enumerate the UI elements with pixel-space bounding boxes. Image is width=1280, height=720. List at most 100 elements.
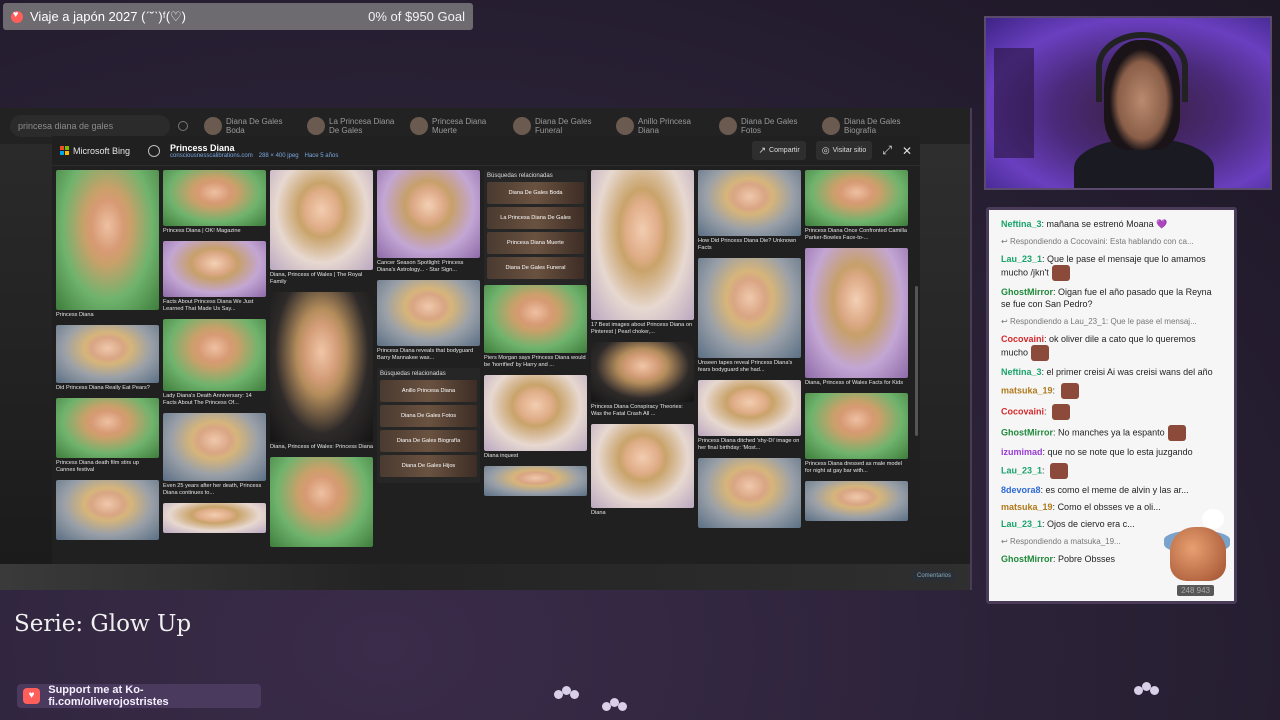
related-search-item[interactable]: Diana De Gales Funeral (487, 257, 584, 279)
image-result[interactable]: Princess Diana Conspiracy Theories: Was … (591, 342, 694, 418)
related-search-item[interactable]: Diana De Gales Boda (487, 182, 584, 204)
image-caption[interactable]: Diana, Princess of Wales Facts for Kids (805, 380, 908, 387)
image-thumbnail[interactable] (805, 481, 908, 521)
image-result[interactable]: Diana, Princess of Wales: Princess Diana (270, 292, 373, 451)
related-search-chip[interactable]: Diana De Gales Boda (204, 117, 299, 135)
image-result[interactable]: Diana inquest (484, 375, 587, 460)
visit-site-button[interactable]: ◎ Visitar sitio (815, 141, 873, 160)
related-search-chip[interactable]: Diana De Gales Biografía (822, 117, 917, 135)
search-icon[interactable] (178, 121, 188, 131)
image-caption[interactable]: Princess Diana (56, 312, 159, 319)
image-result[interactable]: Facts About Princess Diana We Just Learn… (163, 241, 266, 313)
chat-username[interactable]: 8devora8 (1001, 485, 1041, 495)
image-caption[interactable]: Piers Morgan says Princess Diana would b… (484, 355, 587, 369)
close-icon[interactable]: ✕ (902, 144, 912, 158)
chat-username[interactable]: GhostMirror (1001, 287, 1053, 297)
image-result[interactable] (805, 481, 908, 521)
image-thumbnail[interactable] (56, 480, 159, 540)
image-thumbnail[interactable] (698, 170, 801, 236)
chat-username[interactable]: Neftina_3 (1001, 367, 1042, 377)
chat-username[interactable]: Lau_23_1 (1001, 465, 1042, 475)
image-result[interactable]: Princess Diana Once Confronted Camilla P… (805, 170, 908, 242)
image-caption[interactable]: Diana inquest (484, 453, 587, 460)
image-caption[interactable]: Unseen tapes reveal Princess Diana's fea… (698, 360, 801, 374)
related-search-item[interactable]: Diana De Gales Hijos (380, 455, 477, 477)
related-search-chip[interactable]: Anillo Princesa Diana (616, 117, 711, 135)
image-thumbnail[interactable] (163, 241, 266, 297)
image-thumbnail[interactable] (270, 457, 373, 547)
image-result[interactable]: Princess Diana death film stirs up Canne… (56, 398, 159, 474)
image-result[interactable]: Unseen tapes reveal Princess Diana's fea… (698, 258, 801, 374)
image-thumbnail[interactable] (591, 342, 694, 402)
image-caption[interactable]: Even 25 years after her death, Princess … (163, 483, 266, 497)
image-caption[interactable]: Princess Diana ditched 'shy-Di' image on… (698, 438, 801, 452)
image-result[interactable]: 17 Best images about Princess Diana on P… (591, 170, 694, 336)
image-result[interactable] (270, 457, 373, 547)
chat-username[interactable]: matsuka_19 (1001, 502, 1053, 512)
image-result[interactable]: Did Princess Diana Really Eat Pears? (56, 325, 159, 392)
chat-username[interactable]: matsuka_19 (1001, 385, 1053, 395)
image-thumbnail[interactable] (805, 393, 908, 459)
image-result[interactable]: How Did Princess Diana Die? Unknown Fact… (698, 170, 801, 252)
chat-username[interactable]: izumimad (1001, 447, 1043, 457)
related-search-item[interactable]: Anillo Princesa Diana (380, 380, 477, 402)
image-thumbnail[interactable] (698, 458, 801, 528)
image-caption[interactable]: Diana (591, 510, 694, 517)
search-input[interactable]: princesa diana de gales (10, 115, 170, 137)
chat-username[interactable]: Lau_23_1 (1001, 254, 1042, 264)
image-caption[interactable]: Princess Diana Once Confronted Camilla P… (805, 228, 908, 242)
image-thumbnail[interactable] (163, 503, 266, 533)
image-thumbnail[interactable] (377, 170, 480, 258)
image-result[interactable] (484, 466, 587, 496)
image-caption[interactable]: Lady Diana's Death Anniversary: 14 Facts… (163, 393, 266, 407)
image-thumbnail[interactable] (163, 413, 266, 481)
image-result[interactable]: Lady Diana's Death Anniversary: 14 Facts… (163, 319, 266, 407)
image-caption[interactable]: 17 Best images about Princess Diana on P… (591, 322, 694, 336)
chat-username[interactable]: Lau_23_1 (1001, 519, 1042, 529)
image-thumbnail[interactable] (698, 258, 801, 358)
image-thumbnail[interactable] (805, 170, 908, 226)
image-caption[interactable]: Cancer Season Spotlight: Princess Diana'… (377, 260, 480, 274)
image-title[interactable]: Princess Diana (170, 143, 338, 153)
image-caption[interactable]: Did Princess Diana Really Eat Pears? (56, 385, 159, 392)
image-thumbnail[interactable] (56, 325, 159, 383)
image-result[interactable]: Princess Diana dressed as male model for… (805, 393, 908, 475)
image-thumbnail[interactable] (270, 170, 373, 270)
image-result[interactable] (163, 503, 266, 533)
image-result[interactable]: Princess Diana ditched 'shy-Di' image on… (698, 380, 801, 452)
share-button[interactable]: ↗ Compartir (752, 141, 806, 160)
image-caption[interactable]: Princess Diana reveals that bodyguard Ba… (377, 348, 480, 362)
chat-username[interactable]: Cocovaini (1001, 406, 1044, 416)
source-link[interactable]: consciousnesscalibrations.com (170, 153, 253, 159)
image-caption[interactable]: Princess Diana dressed as male model for… (805, 461, 908, 475)
image-thumbnail[interactable] (377, 280, 480, 346)
related-search-item[interactable]: La Princesa Diana De Gales (487, 207, 584, 229)
image-result[interactable]: Princess Diana reveals that bodyguard Ba… (377, 280, 480, 362)
image-result[interactable]: Even 25 years after her death, Princess … (163, 413, 266, 497)
chat-username[interactable]: GhostMirror (1001, 554, 1053, 564)
image-thumbnail[interactable] (163, 319, 266, 391)
image-thumbnail[interactable] (484, 285, 587, 353)
image-caption[interactable]: Princess Diana | OK! Magazine (163, 228, 266, 235)
related-search-chip[interactable]: Diana De Gales Funeral (513, 117, 608, 135)
image-result[interactable]: Cancer Season Spotlight: Princess Diana'… (377, 170, 480, 274)
image-result[interactable]: Diana, Princess of Wales | The Royal Fam… (270, 170, 373, 286)
image-thumbnail[interactable] (163, 170, 266, 226)
feedback-button[interactable]: Comentarios (911, 571, 956, 581)
image-result[interactable] (698, 458, 801, 528)
scrollbar[interactable] (915, 286, 918, 436)
chat-username[interactable]: GhostMirror (1001, 427, 1053, 437)
related-search-chip[interactable]: La Princesa Diana De Gales (307, 117, 402, 135)
chat-username[interactable]: Neftina_3 (1001, 219, 1042, 229)
image-thumbnail[interactable] (698, 380, 801, 436)
image-thumbnail[interactable] (270, 292, 373, 442)
image-thumbnail[interactable] (56, 170, 159, 310)
expand-icon[interactable]: ⤢ (882, 143, 892, 158)
image-caption[interactable]: Princess Diana death film stirs up Canne… (56, 460, 159, 474)
image-caption[interactable]: Diana, Princess of Wales | The Royal Fam… (270, 272, 373, 286)
image-thumbnail[interactable] (484, 466, 587, 496)
image-thumbnail[interactable] (591, 424, 694, 508)
search-icon[interactable] (148, 144, 161, 157)
image-caption[interactable]: Facts About Princess Diana We Just Learn… (163, 299, 266, 313)
related-search-chip[interactable]: Diana De Gales Fotos (719, 117, 814, 135)
